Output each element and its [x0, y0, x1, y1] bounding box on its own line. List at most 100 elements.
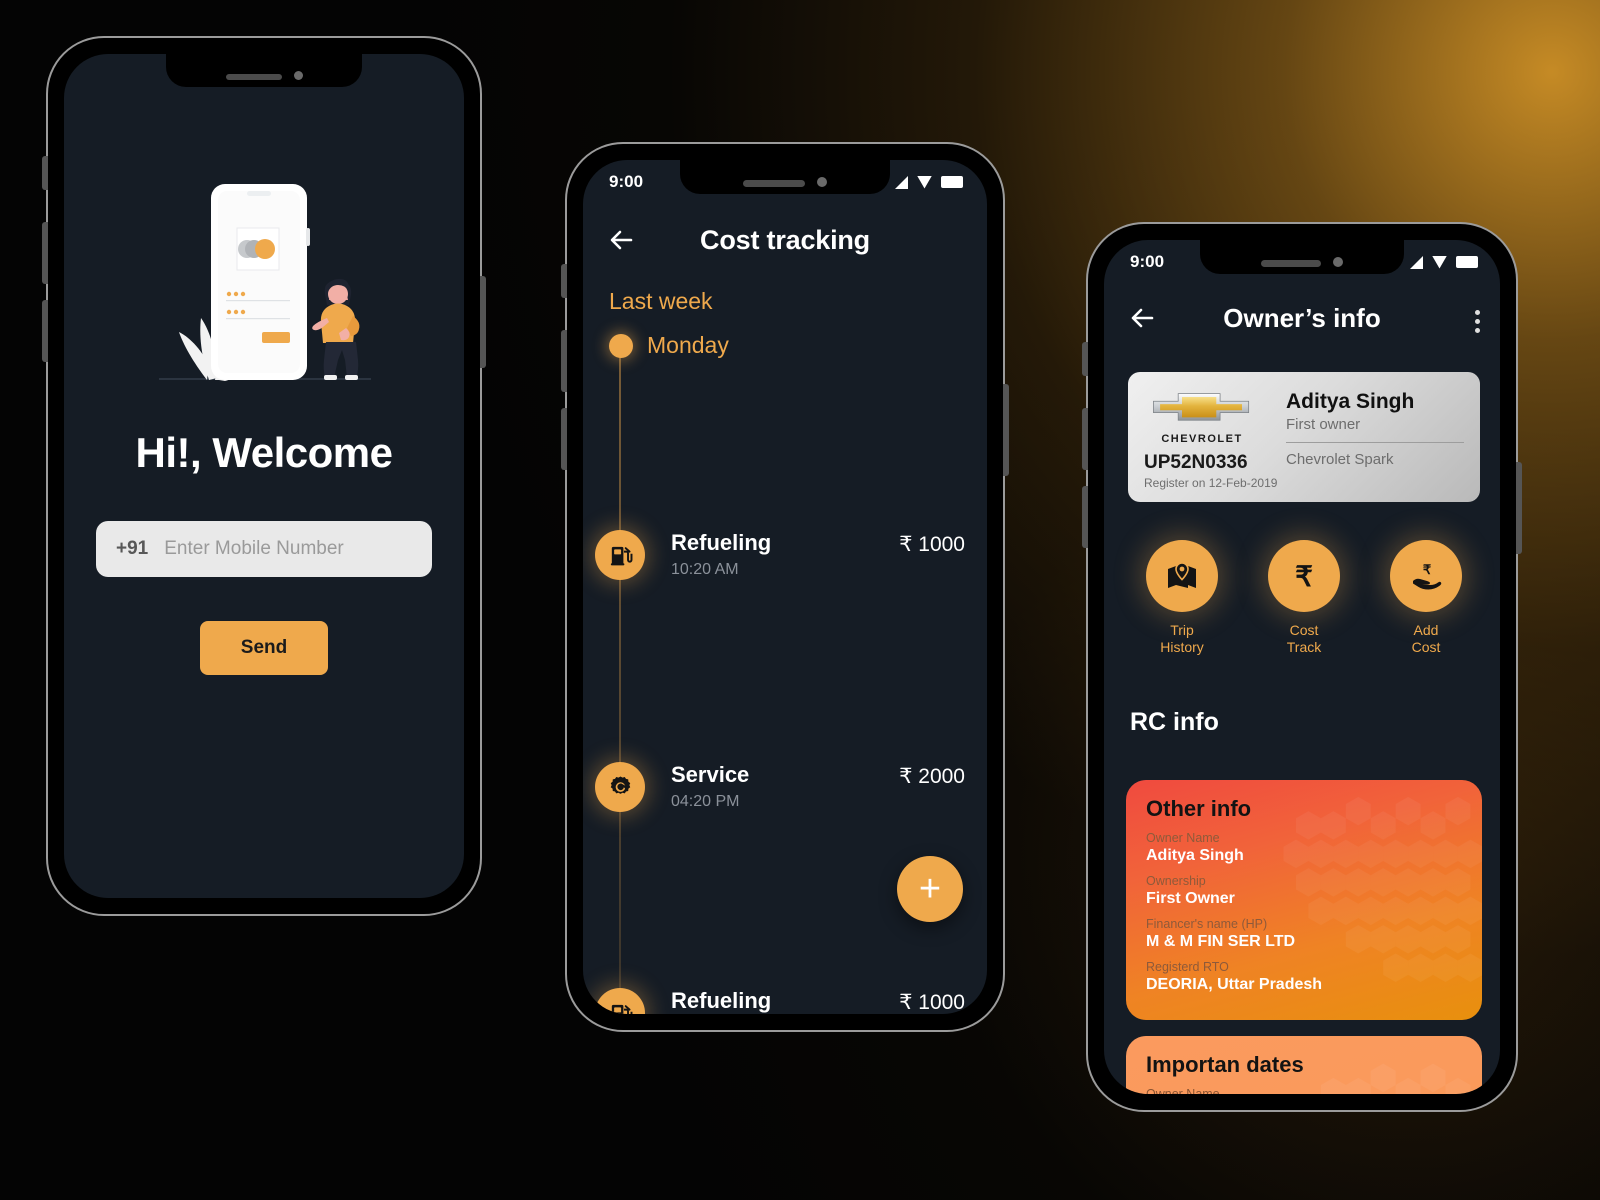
svg-text:₹: ₹	[1295, 561, 1313, 592]
action-cost-track[interactable]: ₹ Cost Track	[1250, 540, 1358, 656]
section-label: Last week	[609, 288, 713, 314]
info-field: Registerd RTO DEORIA, Uttar Pradesh	[1126, 960, 1482, 994]
owner-name: Aditya Singh	[1286, 390, 1415, 413]
fuel-pump-icon	[595, 988, 645, 1014]
chevrolet-logo: CHEVROLET	[1144, 386, 1260, 445]
volume-up-button[interactable]	[42, 222, 48, 284]
volume-up-button[interactable]	[561, 330, 567, 392]
vehicle-model: Chevrolet Spark	[1286, 451, 1394, 468]
page-title: Hi!, Welcome	[135, 429, 393, 476]
send-button[interactable]: Send	[200, 621, 328, 675]
info-field: Ownership First Owner	[1126, 874, 1482, 908]
field-label: Financer's name (HP)	[1146, 917, 1268, 931]
plate-number: UP52N0336	[1144, 452, 1248, 473]
welcome-screen: Hi!, Welcome +91 Enter Mobile Number Sen…	[64, 54, 464, 898]
speaker-icon	[225, 74, 282, 80]
quick-actions: Trip History ₹ Cost Track ₹ Add Cost	[1128, 540, 1480, 656]
field-label: Ownership	[1146, 874, 1206, 888]
app-bar: Cost tracking	[583, 212, 987, 268]
back-arrow-icon[interactable]	[605, 223, 639, 257]
volume-down-button[interactable]	[1082, 486, 1088, 548]
info-field: Owner Name	[1126, 1087, 1482, 1094]
map-pin-icon	[1146, 540, 1218, 612]
login-illustration	[149, 166, 379, 401]
day-marker-dot	[609, 333, 633, 358]
important-dates-card[interactable]: Importan dates Owner Name	[1126, 1036, 1482, 1094]
cost-entry-name: Service	[671, 762, 750, 787]
cost-entry-time: 04:20 PM	[671, 793, 740, 810]
action-label: Cost Track	[1286, 622, 1322, 655]
field-value: M & M FIN SER LTD	[1146, 933, 1296, 950]
page-title: Cost tracking	[700, 224, 870, 255]
field-label: Owner Name	[1146, 1087, 1220, 1094]
svg-text:₹: ₹	[1423, 562, 1432, 577]
front-camera-icon	[1333, 257, 1343, 267]
phone-cost-tracking: 9:00 Cost tracking Last week Monday Refu…	[561, 142, 1009, 1032]
cost-tracking-screen: 9:00 Cost tracking Last week Monday Refu…	[583, 160, 987, 1014]
field-value: DEORIA, Uttar Pradesh	[1146, 976, 1323, 993]
volume-up-button[interactable]	[1082, 408, 1088, 470]
fuel-pump-icon	[595, 530, 645, 580]
cost-entry-row[interactable]: Refueling 10:20 AM ₹ 1000	[583, 530, 987, 580]
owner-info-screen: 9:00 Owner’s info CHEVROLET UP52N0336 Re…	[1104, 240, 1500, 1094]
notch	[1200, 240, 1404, 274]
day-label: Monday	[647, 332, 729, 358]
rupee-icon: ₹	[1268, 540, 1340, 612]
phone-welcome: Hi!, Welcome +91 Enter Mobile Number Sen…	[42, 36, 486, 916]
timeline-line	[619, 356, 621, 1014]
status-time: 9:00	[1130, 252, 1165, 271]
wifi-icon	[917, 175, 932, 189]
card-title: Other info	[1146, 796, 1252, 821]
action-add-cost[interactable]: ₹ Add Cost	[1372, 540, 1480, 656]
cost-entry-amount: ₹ 1000	[899, 533, 965, 556]
speaker-icon	[1261, 260, 1321, 267]
status-time: 9:00	[609, 172, 644, 191]
signal-icon	[895, 175, 908, 189]
app-bar: Owner’s info	[1104, 290, 1500, 346]
silent-switch[interactable]	[561, 264, 567, 298]
notch	[680, 160, 890, 194]
rc-info-heading: RC info	[1130, 708, 1219, 736]
battery-icon	[941, 176, 963, 188]
field-label: Owner Name	[1146, 831, 1220, 845]
back-arrow-icon[interactable]	[1126, 301, 1160, 335]
country-code-label: +91	[116, 538, 149, 559]
cost-entry-name: Refueling	[671, 988, 772, 1013]
volume-down-button[interactable]	[42, 300, 48, 362]
info-field: Financer's name (HP) M & M FIN SER LTD	[1126, 917, 1482, 951]
volume-down-button[interactable]	[561, 408, 567, 470]
cost-entry-name: Refueling	[671, 530, 772, 555]
front-camera-icon	[817, 177, 827, 187]
action-trip-history[interactable]: Trip History	[1128, 540, 1236, 656]
vehicle-card[interactable]: CHEVROLET UP52N0336 Register on 12-Feb-2…	[1128, 372, 1480, 502]
cost-entry-row[interactable]: Service 04:20 PM ₹ 2000	[583, 762, 987, 812]
cost-entry-time: 10:20 AM	[671, 561, 739, 578]
more-vertical-icon[interactable]	[1475, 310, 1480, 333]
wifi-icon	[1432, 255, 1447, 269]
speaker-icon	[743, 180, 805, 187]
page-title: Owner’s info	[1223, 302, 1381, 333]
power-button[interactable]	[1003, 384, 1009, 476]
silent-switch[interactable]	[42, 156, 48, 190]
card-title: Importan dates	[1146, 1052, 1304, 1077]
signal-icon	[1410, 255, 1423, 269]
action-label: Trip History	[1160, 622, 1204, 655]
battery-icon	[1456, 256, 1478, 268]
front-camera-icon	[293, 71, 303, 80]
ownership-label: First owner	[1286, 416, 1361, 433]
registration-date: Register on 12-Feb-2019	[1144, 476, 1278, 490]
mobile-number-field[interactable]: +91 Enter Mobile Number	[96, 521, 432, 577]
mobile-number-placeholder: Enter Mobile Number	[164, 538, 344, 559]
cost-entry-row[interactable]: Refueling ₹ 1000	[583, 988, 987, 1014]
power-button[interactable]	[480, 276, 486, 368]
add-cost-fab[interactable]: +	[897, 856, 963, 922]
phone-owner-info: 9:00 Owner’s info CHEVROLET UP52N0336 Re…	[1082, 222, 1522, 1112]
brand-name: CHEVROLET	[1161, 433, 1243, 445]
cost-entry-amount: ₹ 1000	[899, 991, 965, 1014]
notch	[166, 54, 362, 87]
service-gear-icon	[595, 762, 645, 812]
silent-switch[interactable]	[1082, 342, 1088, 376]
action-label: Add Cost	[1411, 622, 1441, 655]
other-info-card[interactable]: Other info Owner Name Aditya Singh Owner…	[1126, 780, 1482, 1020]
power-button[interactable]	[1516, 462, 1522, 554]
